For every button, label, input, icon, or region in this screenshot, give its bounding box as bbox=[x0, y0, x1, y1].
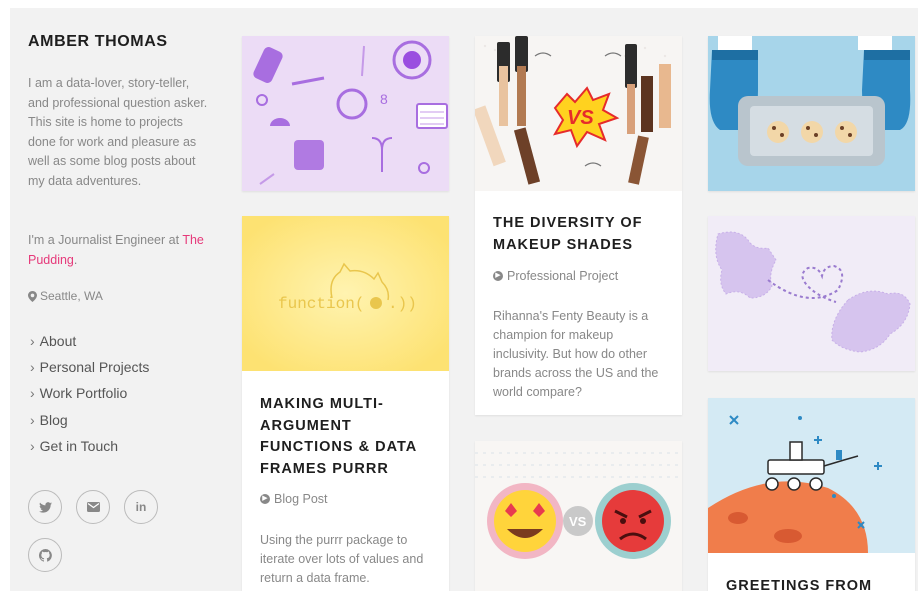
love-map-illustration bbox=[708, 216, 915, 371]
project-type-label: Professional Project bbox=[507, 269, 619, 283]
project-card-cookies[interactable] bbox=[708, 36, 915, 191]
nav-label: Get in Touch bbox=[39, 437, 119, 454]
nav-about[interactable]: › About bbox=[30, 328, 149, 354]
nav-label: Personal Projects bbox=[39, 359, 150, 376]
twitter-button[interactable] bbox=[28, 490, 62, 524]
nav-label: Blog bbox=[39, 411, 68, 428]
project-card-rover[interactable]: GREETINGS FROM bbox=[708, 398, 915, 591]
project-card-emoji[interactable]: VS bbox=[475, 441, 682, 591]
linkedin-icon: in bbox=[135, 500, 147, 514]
cat-function-illustration: function( .)) bbox=[242, 216, 449, 371]
svg-text:8: 8 bbox=[380, 91, 388, 107]
job-suffix: . bbox=[73, 252, 78, 267]
project-card-map[interactable] bbox=[708, 216, 915, 371]
github-icon bbox=[38, 548, 52, 562]
chevron-right-icon: › bbox=[30, 333, 35, 350]
project-title[interactable]: GREETINGS FROM bbox=[726, 576, 901, 591]
nav-personal-projects[interactable]: › Personal Projects bbox=[30, 354, 149, 380]
project-description: Rihanna's Fenty Beauty is a champion for… bbox=[493, 309, 659, 399]
map-marker-icon bbox=[28, 290, 37, 302]
chevron-right-icon: › bbox=[30, 385, 35, 402]
bio-text: I am a data-lover, story-teller, and pro… bbox=[28, 76, 208, 188]
circle-arrow-icon: ▶ bbox=[260, 494, 270, 504]
nav-work-portfolio[interactable]: › Work Portfolio bbox=[30, 380, 149, 406]
nav-label: Work Portfolio bbox=[39, 385, 128, 402]
project-type: ▶ Blog Post bbox=[260, 492, 328, 506]
circle-arrow-icon: ▶ bbox=[493, 271, 503, 281]
github-button[interactable] bbox=[28, 538, 62, 572]
svg-text:.)): .)) bbox=[388, 295, 417, 313]
vs-label: VS bbox=[569, 514, 587, 529]
email-button[interactable] bbox=[76, 490, 110, 524]
emoji-vs-illustration: VS bbox=[475, 441, 682, 591]
envelope-icon bbox=[86, 502, 100, 512]
linkedin-button[interactable]: in bbox=[124, 490, 158, 524]
chevron-right-icon: › bbox=[30, 411, 35, 428]
svg-text:VS: VS bbox=[567, 107, 594, 129]
project-card-purrr[interactable]: function( .)) MAKING MULTI-ARGUMENT FUNC… bbox=[242, 216, 449, 591]
sidebar: AMBER THOMAS I am a data-lover, story-te… bbox=[10, 8, 228, 591]
site-name[interactable]: AMBER THOMAS bbox=[28, 33, 168, 51]
period-products-illustration: 8 bbox=[242, 36, 449, 191]
svg-text:function(: function( bbox=[278, 295, 364, 313]
project-type-label: Blog Post bbox=[274, 492, 328, 506]
makeup-vs-illustration: VS bbox=[475, 36, 682, 191]
nav-blog[interactable]: › Blog bbox=[30, 407, 149, 433]
main-nav: › About › Personal Projects › Work Portfoli… bbox=[30, 328, 149, 459]
project-card-period[interactable]: 8 bbox=[242, 36, 449, 191]
project-type: ▶ Professional Project bbox=[493, 269, 618, 283]
location-text: Seattle, WA bbox=[40, 289, 103, 303]
project-title[interactable]: MAKING MULTI-ARGUMENT FUNCTIONS & DATA F… bbox=[260, 394, 435, 480]
oven-mitts-cookies-illustration bbox=[708, 36, 915, 191]
nav-label: About bbox=[39, 333, 77, 350]
chevron-right-icon: › bbox=[30, 437, 35, 454]
job-prefix: I'm a Journalist Engineer at bbox=[28, 233, 180, 247]
chevron-right-icon: › bbox=[30, 359, 35, 376]
job-text: I'm a Journalist Engineer at The Pudding… bbox=[28, 231, 213, 270]
project-description: Using the purrr package to iterate over … bbox=[260, 533, 424, 585]
twitter-icon bbox=[38, 501, 52, 513]
location: Seattle, WA bbox=[28, 289, 103, 303]
mars-rover-illustration bbox=[708, 398, 915, 553]
nav-get-in-touch[interactable]: › Get in Touch bbox=[30, 433, 149, 459]
project-title[interactable]: THE DIVERSITY OF MAKEUP SHADES bbox=[493, 213, 668, 256]
project-grid: 8 function( .)) MAKING MULTI-ARGUMENT FU… bbox=[228, 8, 918, 591]
project-card-makeup[interactable]: VS THE DIVERSITY OF MAKEUP SHADES ▶ Prof… bbox=[475, 36, 682, 415]
